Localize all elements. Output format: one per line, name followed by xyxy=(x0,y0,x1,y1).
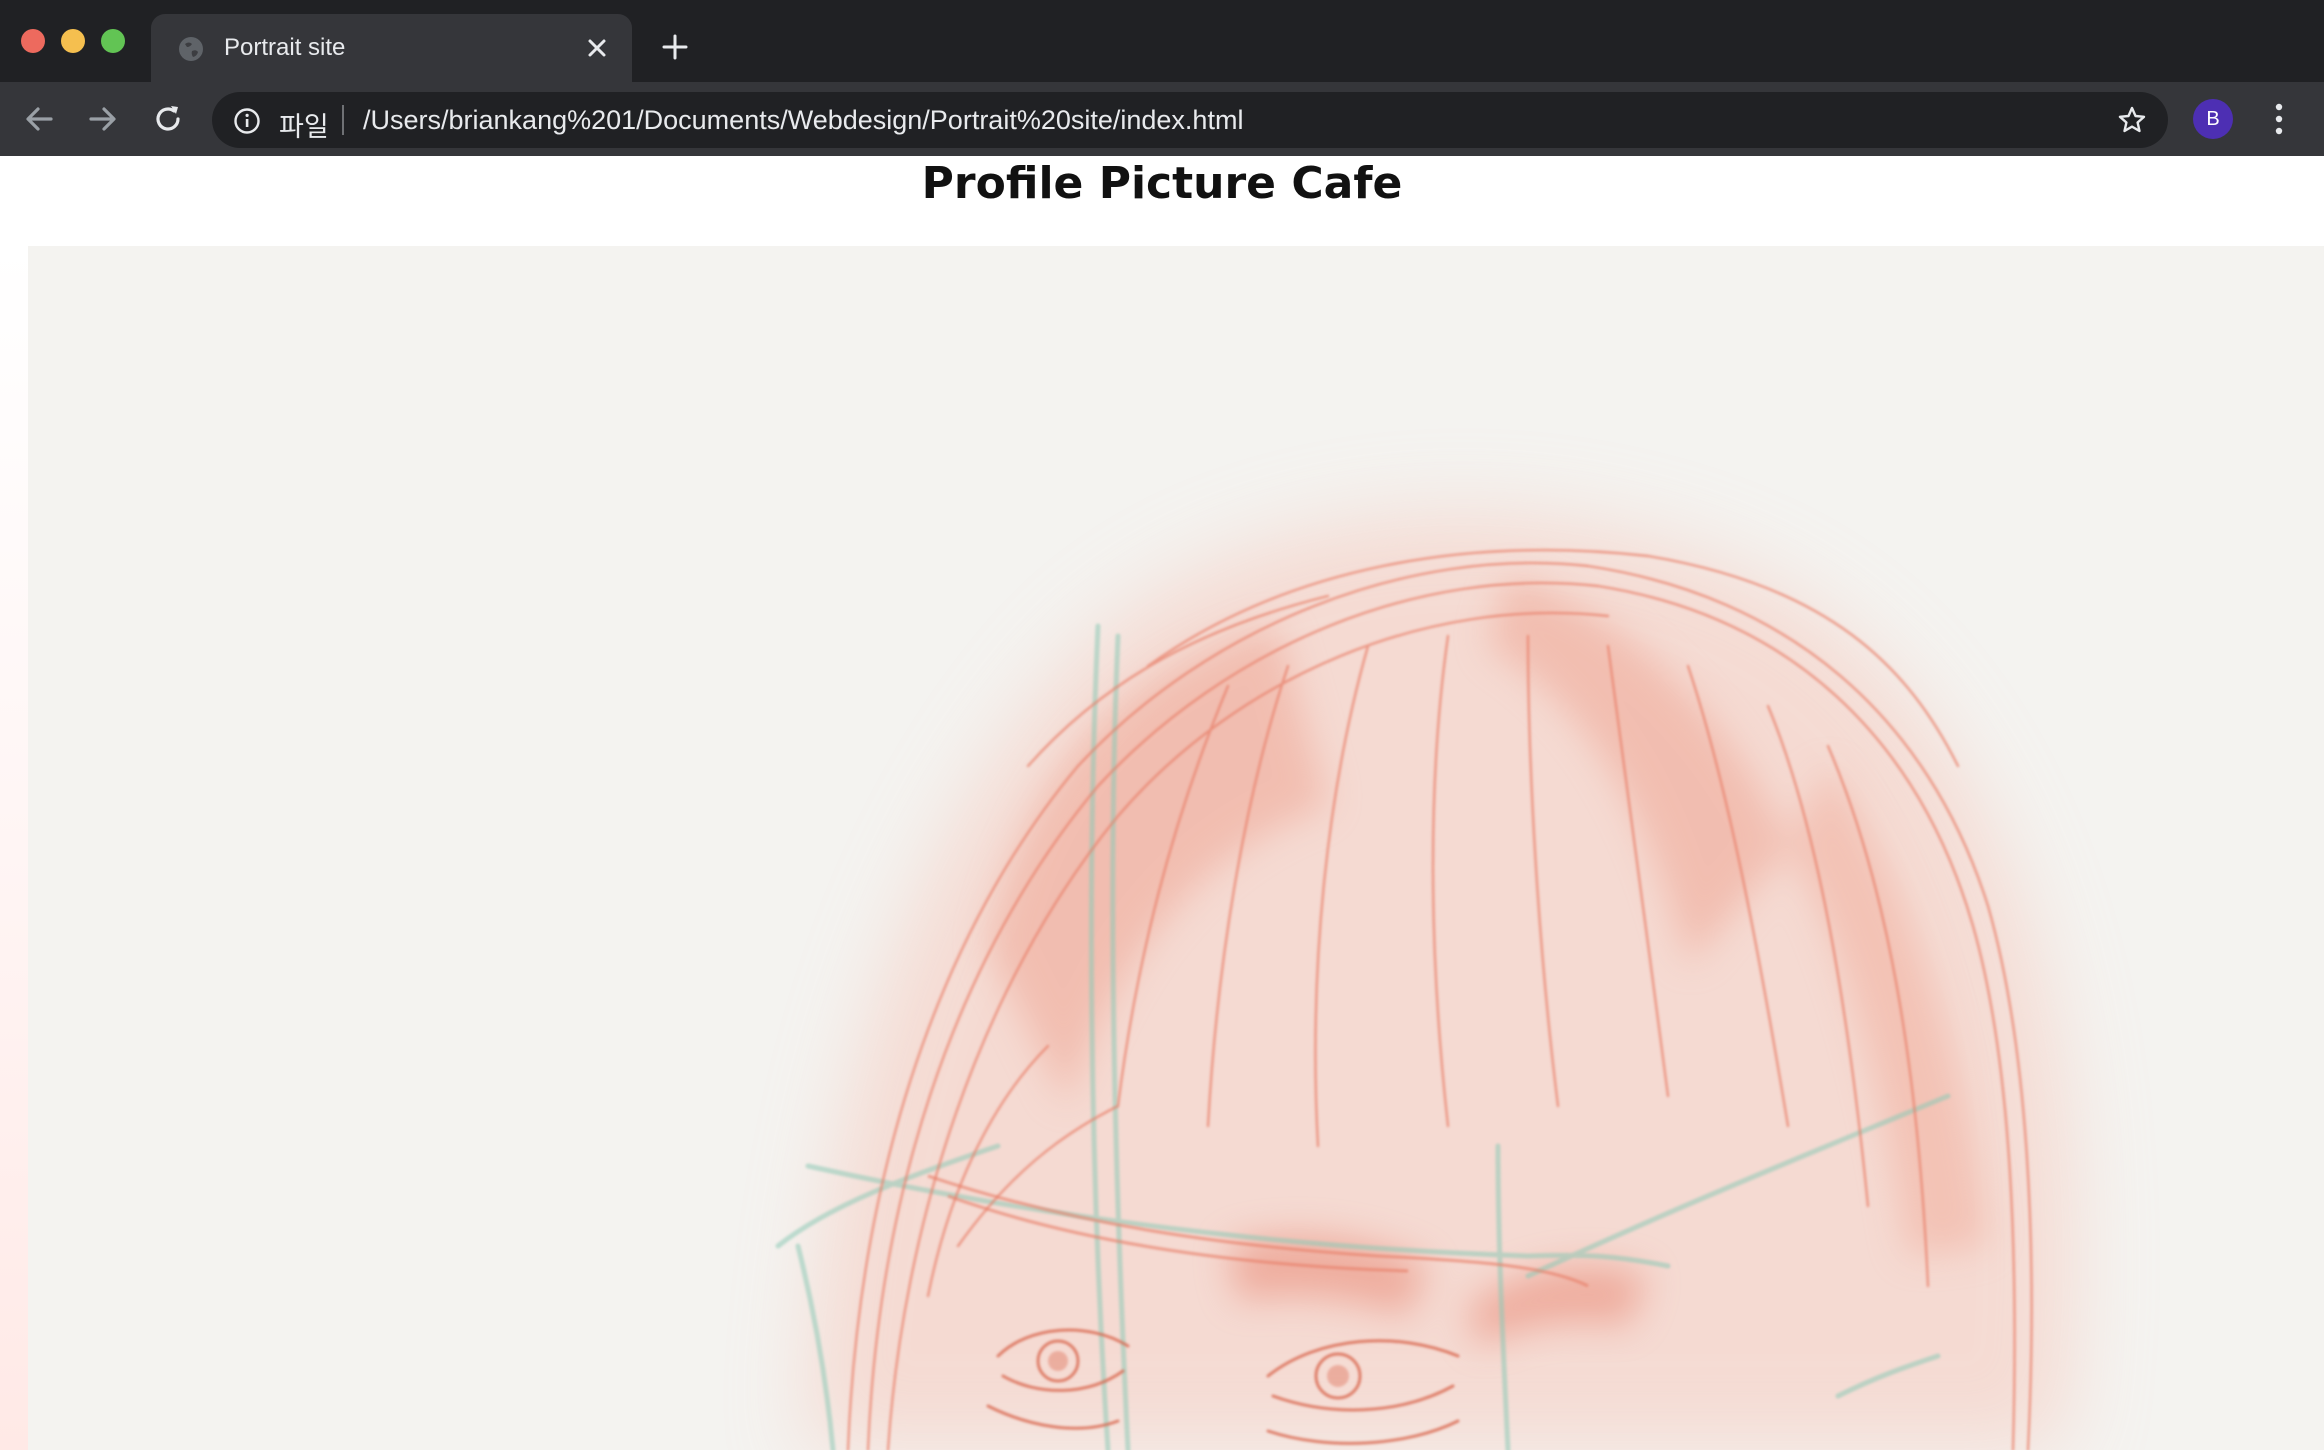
kebab-menu-icon[interactable] xyxy=(2264,98,2294,140)
reload-icon[interactable] xyxy=(149,100,187,138)
plus-icon[interactable] xyxy=(660,32,690,62)
page-margin xyxy=(0,246,28,1450)
arrow-right-icon[interactable] xyxy=(84,100,122,138)
close-window-button[interactable] xyxy=(21,29,45,53)
profile-avatar[interactable]: B xyxy=(2193,99,2233,139)
globe-icon xyxy=(179,37,203,61)
divider xyxy=(342,105,344,135)
url-text[interactable]: /Users/briankang%201/Documents/Webdesign… xyxy=(363,105,1243,136)
page-title: Profile Picture Cafe xyxy=(921,158,1403,209)
address-bar[interactable]: 파일 /Users/briankang%201/Documents/Webdes… xyxy=(212,92,2168,148)
minimize-window-button[interactable] xyxy=(61,29,85,53)
browser-titlebar: Portrait site xyxy=(0,0,2324,82)
arrow-left-icon[interactable] xyxy=(20,100,58,138)
tab-title: Portrait site xyxy=(224,34,346,61)
portrait-image xyxy=(28,246,2324,1450)
portrait-sketch xyxy=(775,515,2073,1450)
close-icon[interactable] xyxy=(585,36,609,60)
scheme-label: 파일 xyxy=(279,112,329,142)
browser-toolbar: 파일 /Users/briankang%201/Documents/Webdes… xyxy=(0,82,2324,156)
browser-tab[interactable]: Portrait site xyxy=(151,14,632,82)
info-icon[interactable] xyxy=(233,107,261,135)
page-viewport: Profile Picture Cafe xyxy=(0,156,2324,1450)
star-icon[interactable] xyxy=(2117,105,2147,135)
maximize-window-button[interactable] xyxy=(101,29,125,53)
